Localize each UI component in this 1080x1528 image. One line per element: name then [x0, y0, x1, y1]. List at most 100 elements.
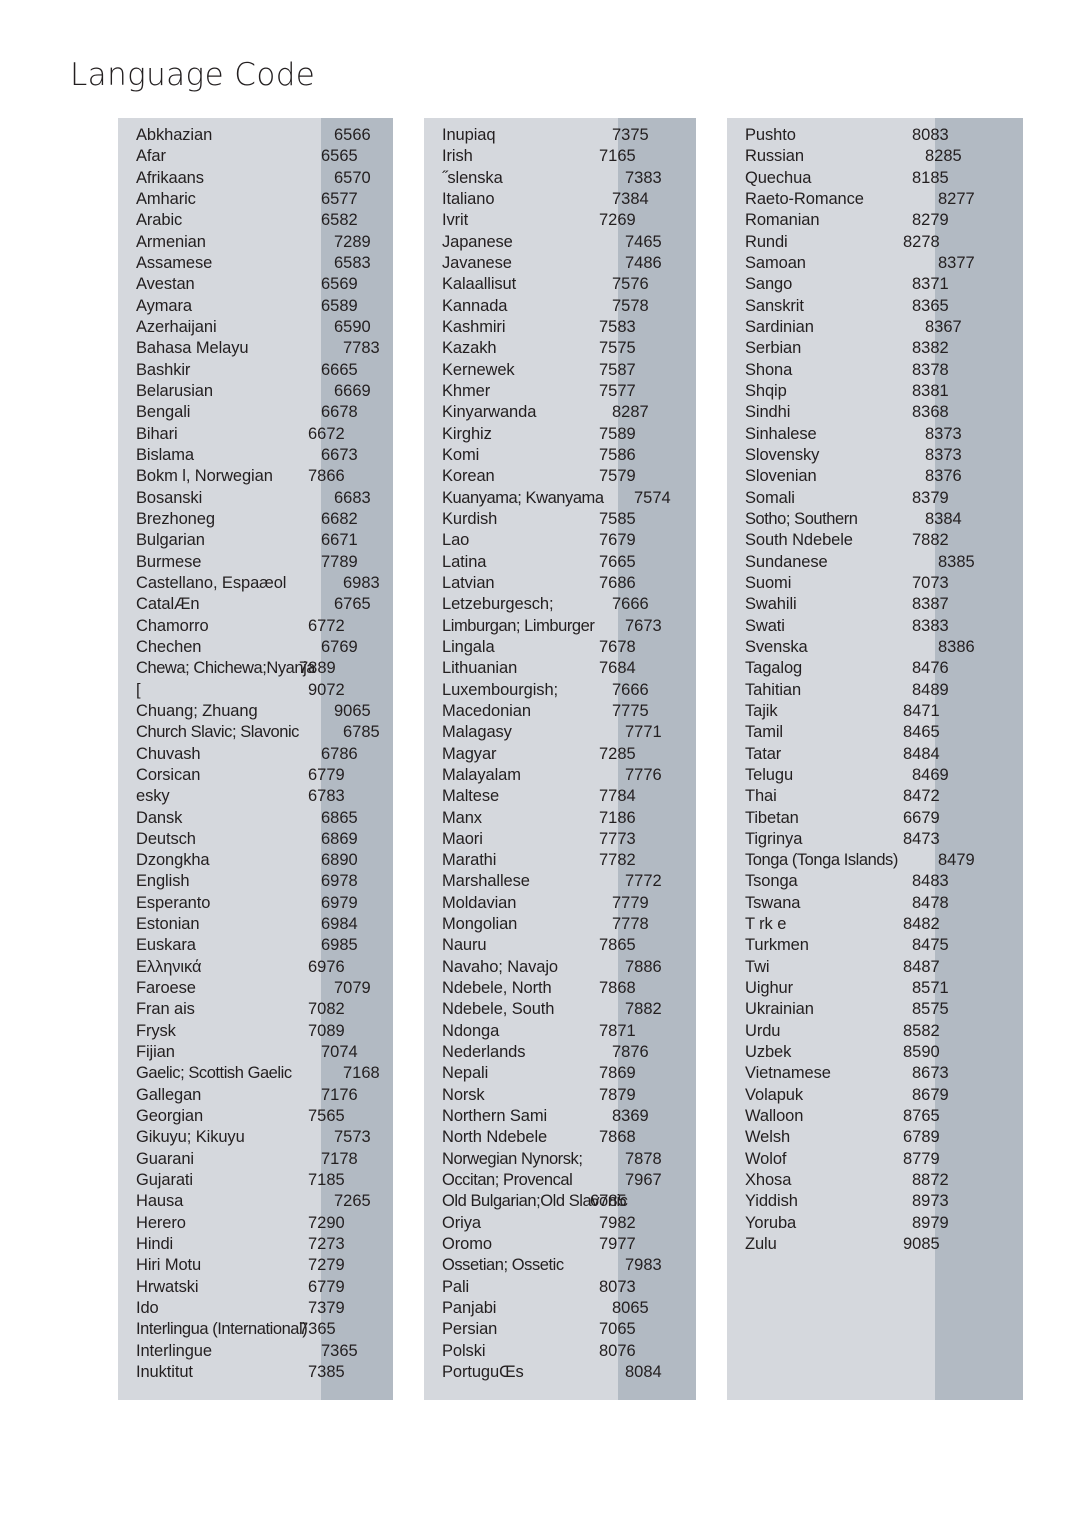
table-row: Ndebele, South 7882 [424, 999, 696, 1020]
language-name: Inupiaq [442, 126, 496, 144]
language-code: 8475 [912, 936, 949, 955]
language-code: 6673 [321, 445, 358, 464]
language-name: Kernewek [442, 360, 515, 379]
language-name: Lao [442, 531, 470, 550]
table-row: Gallegan 7176 [118, 1085, 393, 1106]
table-row: Limburgan; Limburger 7673 [424, 616, 696, 637]
table-row: Latina 7665 [424, 552, 696, 573]
table-row: Tahitian 8489 [727, 680, 1023, 701]
table-row: Lao 7679 [424, 530, 696, 551]
language-name: Thai [745, 787, 777, 806]
table-row: Tatar 8484 [727, 744, 1023, 765]
table-row: Hindi 7273 [118, 1234, 393, 1255]
language-name: Polski [442, 1341, 486, 1360]
table-row: Chuvash 6786 [118, 744, 393, 765]
language-name: Italiano [442, 189, 495, 208]
language-name: Malayalam [442, 765, 521, 784]
language-name: Chechen [136, 637, 202, 656]
language-name: Norsk [442, 1085, 485, 1104]
language-name: Wolof [745, 1149, 787, 1168]
language-code-table: Abkhazian 6566 Afar 6565 Afrikaans 6570 Amhari… [118, 118, 1023, 1400]
language-code: 7576 [612, 275, 649, 294]
language-code: 9072 [308, 680, 345, 699]
language-name: Chamorro [136, 616, 209, 635]
language-name: Javanese [442, 253, 512, 272]
language-code: 6678 [321, 403, 358, 422]
language-code: 7776 [625, 765, 662, 784]
table-row: Hausa 7265 [118, 1191, 393, 1212]
table-row: Yoruba 8979 [727, 1213, 1023, 1234]
language-name: Hiri Motu [136, 1256, 202, 1275]
language-name: Quechua [745, 168, 812, 187]
language-name: Twi [745, 957, 770, 976]
table-row: Thai 8472 [727, 786, 1023, 807]
language-name: Ukrainian [745, 1000, 814, 1019]
table-row: Turkmen 8475 [727, 935, 1023, 956]
language-code: 6890 [321, 851, 358, 870]
language-code: 6772 [308, 616, 345, 635]
language-code: 6976 [308, 957, 345, 976]
table-row: Brezhoneg 6682 [118, 509, 393, 530]
table-row: Pali 8073 [424, 1277, 696, 1298]
language-name: Khmer [442, 381, 491, 400]
table-row: Lingala 7678 [424, 637, 696, 658]
language-code: 6789 [903, 1128, 940, 1147]
table-row: Malagasy 7771 [424, 722, 696, 743]
table-row: Tibetan 6679 [727, 808, 1023, 829]
table-row: Suomi 7073 [727, 573, 1023, 594]
language-name: Fijian [136, 1043, 175, 1062]
table-row: Romanian 8279 [727, 210, 1023, 231]
language-code: 7882 [625, 1000, 662, 1019]
language-code: 7385 [308, 1363, 345, 1382]
language-code: 7678 [599, 637, 636, 656]
table-row: Faroese 7079 [118, 978, 393, 999]
language-code: 8387 [912, 595, 949, 614]
language-code: 8369 [612, 1107, 649, 1126]
language-code: 8472 [903, 787, 940, 806]
language-code: 6985 [321, 936, 358, 955]
language-code: 6783 [308, 787, 345, 806]
table-row: Persian 7065 [424, 1319, 696, 1340]
language-name: Nederlands [442, 1043, 526, 1062]
language-code: 8365 [912, 296, 949, 315]
language-name: Serbian [745, 339, 802, 358]
language-name: Bihari [136, 424, 178, 443]
language-code: 8368 [912, 403, 949, 422]
language-name: Irish [442, 147, 473, 166]
language-name: Inuktitut [136, 1363, 193, 1382]
language-code: 6865 [321, 808, 358, 827]
language-name: Latvian [442, 573, 495, 592]
language-code: 8383 [912, 616, 949, 635]
language-name: Interlingua (International) [136, 1320, 308, 1339]
language-name: Gujarati [136, 1171, 193, 1190]
language-name: Ivrit [442, 211, 469, 230]
table-row: Kalaallisut 7576 [424, 274, 696, 295]
language-code: 7977 [599, 1235, 636, 1254]
language-name: Chuang; Zhuang [136, 701, 258, 720]
language-code: 7882 [912, 531, 949, 550]
language-name: Nauru [442, 936, 487, 955]
table-row: Telugu 8469 [727, 765, 1023, 786]
language-name: Volapuk [745, 1085, 804, 1104]
language-name: Belarusian [136, 381, 213, 400]
table-row: Kuanyama; Kwanyama 7574 [424, 488, 696, 509]
table-row: Castellano, Espaæol 6983 [118, 573, 393, 594]
language-column-3: Pushto 8083 Russian 8285 Quechua 8185 Raeto-Ro… [727, 118, 1023, 1400]
language-code: 7773 [599, 829, 636, 848]
language-name: Kirghiz [442, 424, 492, 443]
language-name: Bosanski [136, 488, 203, 507]
table-row: Tagalog 8476 [727, 658, 1023, 679]
table-row: Sardinian 8367 [727, 317, 1023, 338]
language-code: 7868 [599, 979, 636, 998]
language-name: Gallegan [136, 1085, 202, 1104]
language-name: Tigrinya [745, 829, 803, 848]
language-name: Dansk [136, 808, 183, 827]
language-name: Afrikaans [136, 168, 204, 187]
language-code: 8489 [912, 680, 949, 699]
language-code: 7290 [308, 1213, 345, 1232]
table-row: Corsican 6779 [118, 765, 393, 786]
language-code: 9085 [903, 1235, 940, 1254]
table-row: Twi 8487 [727, 957, 1023, 978]
language-name: Chewa; Chichewa;Nyanja [136, 659, 316, 678]
language-code: 6765 [334, 595, 371, 614]
